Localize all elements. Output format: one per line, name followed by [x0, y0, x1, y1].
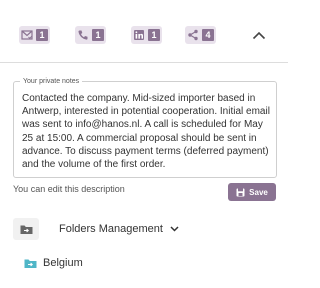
share-count-badge: 4	[202, 29, 214, 41]
linkedin-counter-button[interactable]: 1	[131, 26, 162, 44]
phone-counter-button[interactable]: 1	[75, 26, 106, 44]
folder-icon	[24, 259, 37, 268]
phone-icon	[78, 30, 88, 40]
folder-arrow-icon	[20, 225, 32, 234]
share-icon	[188, 29, 198, 41]
phone-count-badge: 1	[92, 29, 104, 41]
folder-item-label: Belgium	[43, 257, 83, 269]
private-notes-legend: Your private notes	[20, 77, 83, 86]
save-button-label: Save	[249, 187, 268, 197]
chevron-down-icon	[170, 226, 179, 232]
save-button[interactable]: Save	[228, 183, 276, 201]
linkedin-count-badge: 1	[148, 29, 160, 41]
chevron-up-icon	[252, 31, 266, 39]
floppy-disk-icon	[236, 188, 245, 196]
linkedin-icon	[134, 30, 144, 40]
private-notes-field[interactable]: Your private notes Contacted the company…	[13, 77, 277, 178]
folder-item-belgium[interactable]: Belgium	[24, 255, 83, 271]
share-counter-button[interactable]: 4	[185, 26, 216, 44]
email-icon	[21, 30, 33, 40]
folder-move-button[interactable]	[13, 218, 39, 240]
edit-description-hint: You can edit this description	[13, 184, 125, 194]
collapse-button[interactable]	[248, 25, 270, 45]
folders-management-text: Folders Management	[59, 223, 163, 235]
email-counter-button[interactable]: 1	[19, 26, 50, 44]
folders-management-label[interactable]: Folders Management	[59, 223, 179, 235]
private-notes-text[interactable]: Contacted the company. Mid-sized importe…	[22, 92, 270, 171]
folders-management-dropdown[interactable]: Folders Management	[13, 218, 179, 240]
contact-toolbar: 1 1 1 4	[0, 0, 288, 63]
email-count-badge: 1	[36, 29, 48, 41]
